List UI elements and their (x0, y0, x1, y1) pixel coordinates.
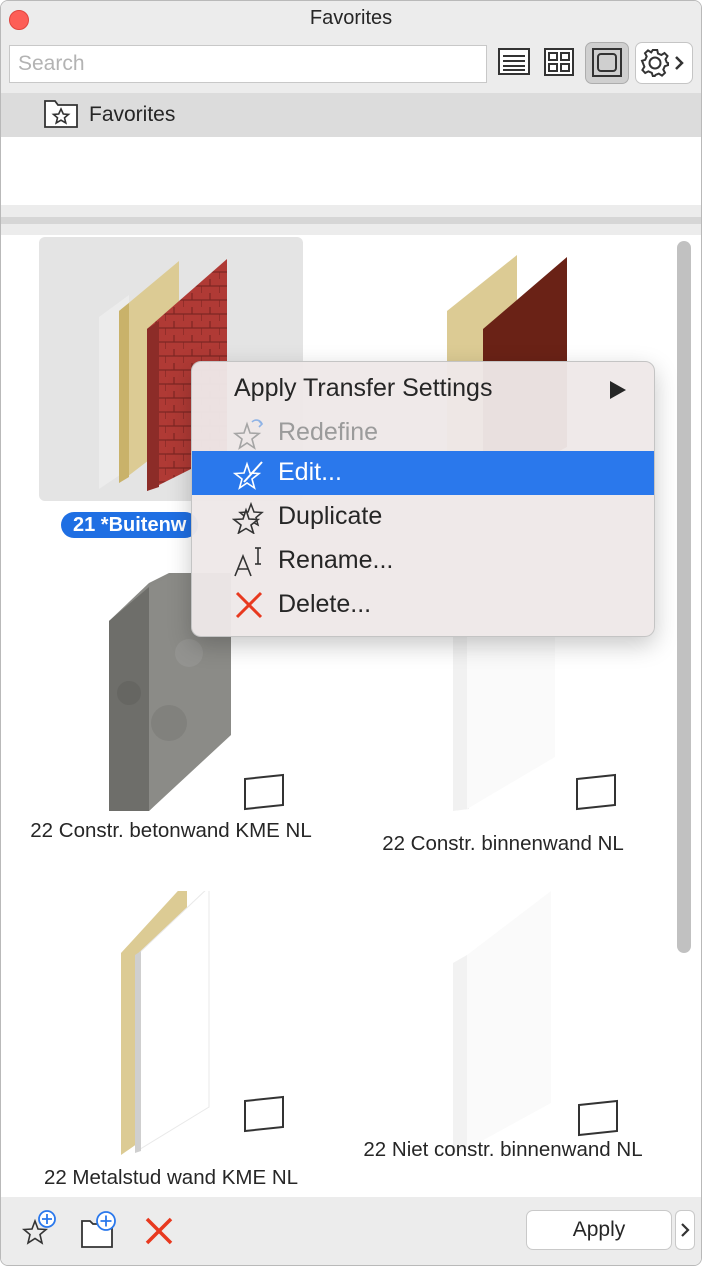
menu-item-label: Apply Transfer Settings (234, 374, 493, 402)
large-view-button[interactable] (585, 42, 629, 84)
delete-x-icon (235, 591, 263, 619)
pane-splitter[interactable] (1, 205, 701, 235)
search-input[interactable] (9, 45, 487, 83)
edit-star-icon (232, 461, 263, 490)
list-view-icon (498, 48, 530, 75)
menu-item-delete[interactable]: Delete... (192, 583, 654, 627)
metalstud-wall-preview (121, 891, 284, 1155)
favorite-label-selected: 21 *Buitenw (61, 512, 199, 538)
favorites-window: Favorites Search Favorites 21 *Buitenw 2… (0, 0, 702, 1266)
menu-item-label: Delete... (278, 590, 372, 618)
delete-x-icon (145, 1217, 173, 1245)
grid-view-icon (544, 48, 574, 76)
duplicate-star-icon (232, 501, 264, 534)
favorite-label: 22 Niet constr. binnenwand NL (363, 1138, 643, 1161)
title-bar: Favorites (1, 1, 701, 37)
vertical-scrollbar[interactable] (677, 241, 691, 953)
favorite-label: 22 Constr. betonwand KME NL (30, 819, 312, 842)
rename-icon (234, 547, 261, 577)
add-favorite-button[interactable] (19, 1209, 59, 1249)
favorite-item[interactable]: 22 Metalstud wand KME NL (1, 889, 331, 1219)
menu-item-redefine: Redefine (192, 411, 654, 455)
bottom-bar: Apply (1, 1197, 701, 1265)
folder-tree-area (1, 137, 701, 205)
menu-item-rename[interactable]: Rename... (192, 539, 654, 583)
apply-button[interactable]: Apply (526, 1210, 672, 1250)
menu-item-label: Edit... (278, 458, 342, 486)
menu-item-edit[interactable]: Edit... (192, 451, 654, 495)
favorites-folder-row[interactable]: Favorites (1, 93, 701, 137)
apply-options-button[interactable] (675, 1210, 695, 1250)
favorite-label: 22 Constr. binnenwand NL (382, 832, 624, 855)
menu-item-apply-transfer-settings[interactable]: Apply Transfer Settings (192, 367, 654, 411)
star-folder-icon (44, 100, 78, 128)
settings-menu-button[interactable] (635, 42, 693, 84)
favorite-label: 22 Metalstud wand KME NL (43, 1166, 299, 1189)
grid-view-button[interactable] (542, 45, 576, 79)
menu-item-label: Rename... (278, 546, 394, 574)
star-add-icon (21, 1210, 56, 1245)
nonstructural-wall-preview (453, 891, 618, 1153)
context-menu: Apply Transfer Settings Redefine Edit... (191, 361, 655, 637)
window-title: Favorites (309, 7, 393, 29)
menu-item-duplicate[interactable]: Duplicate (192, 495, 654, 539)
redefine-star-icon (232, 419, 264, 450)
menu-item-label: Duplicate (278, 502, 383, 530)
folder-add-icon (81, 1211, 116, 1248)
favorite-thumbnail (371, 891, 635, 1155)
folder-label: Favorites (89, 103, 176, 126)
menu-item-label: Redefine (278, 418, 379, 446)
add-folder-button[interactable] (79, 1209, 119, 1249)
delete-favorite-button[interactable] (139, 1209, 179, 1249)
submenu-arrow-icon (610, 381, 626, 399)
splitter-handle[interactable] (1, 217, 701, 224)
favorite-item[interactable]: 22 Niet constr. binnenwand NL (333, 889, 663, 1219)
favorite-thumbnail (39, 891, 303, 1155)
gear-icon (640, 49, 684, 77)
chevron-right-icon (681, 1223, 690, 1237)
large-view-icon (592, 48, 622, 77)
toolbar (1, 37, 701, 93)
list-view-button[interactable] (497, 45, 531, 79)
